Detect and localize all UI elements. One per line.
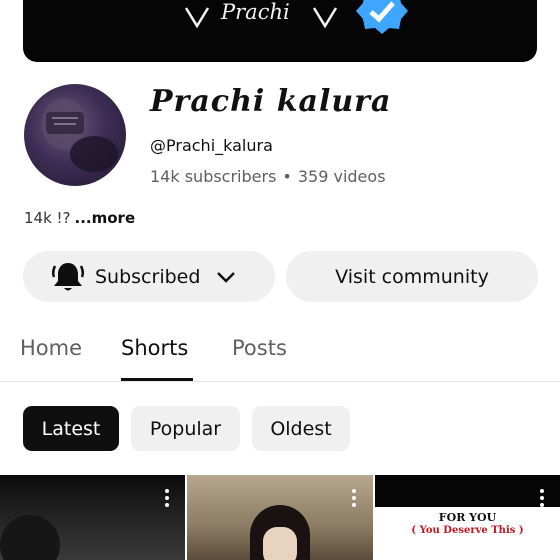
- channel-stats: 14k subscribers • 359 videos: [150, 167, 386, 186]
- short-thumbnail[interactable]: [0, 475, 185, 560]
- chip-popular[interactable]: Popular: [131, 406, 240, 451]
- subscribed-button[interactable]: Subscribed: [23, 251, 275, 302]
- banner-text: Prachi: [221, 0, 290, 24]
- heart-outline-icon: [184, 7, 210, 28]
- more-vert-icon[interactable]: [165, 489, 169, 510]
- bell-icon: [51, 262, 85, 290]
- more-vert-icon[interactable]: [352, 489, 356, 510]
- video-count: 359 videos: [297, 167, 386, 186]
- short-title: FOR YOU: [438, 511, 497, 524]
- chip-latest[interactable]: Latest: [23, 406, 119, 451]
- chip-oldest[interactable]: Oldest: [252, 406, 350, 451]
- thumbnail-image-face: [263, 527, 297, 560]
- tab-home[interactable]: Home: [20, 336, 82, 360]
- channel-description[interactable]: 14k !? ...more: [24, 209, 135, 227]
- verified-badge-icon: [356, 0, 408, 34]
- heart-outline-icon: [312, 7, 338, 28]
- short-thumbnail[interactable]: FOR YOU ( You Deserve This ): [375, 475, 560, 560]
- channel-avatar[interactable]: [24, 84, 126, 186]
- channel-tabs: Home Shorts Posts: [0, 326, 560, 382]
- thumbnail-image: [0, 515, 60, 560]
- avatar-image: [42, 98, 118, 172]
- chevron-down-icon: [217, 271, 236, 283]
- tab-posts[interactable]: Posts: [232, 336, 287, 360]
- channel-name: Prachi kalura: [150, 84, 392, 119]
- stats-separator: •: [282, 167, 292, 186]
- short-thumbnail[interactable]: [187, 475, 373, 560]
- description-text: 14k !?: [24, 209, 71, 227]
- subscribed-label: Subscribed: [95, 265, 201, 288]
- channel-handle: @Prachi_kalura: [150, 136, 273, 155]
- more-link[interactable]: ...more: [75, 209, 136, 227]
- channel-banner: Prachi: [23, 0, 537, 62]
- subscriber-count: 14k subscribers: [150, 167, 277, 186]
- short-subtitle: ( You Deserve This ): [411, 525, 524, 536]
- visit-community-label: Visit community: [335, 265, 489, 288]
- active-tab-indicator: [121, 378, 193, 381]
- tab-shorts[interactable]: Shorts: [121, 336, 188, 360]
- visit-community-button[interactable]: Visit community: [286, 251, 538, 302]
- thumbnail-card: FOR YOU ( You Deserve This ): [375, 507, 560, 560]
